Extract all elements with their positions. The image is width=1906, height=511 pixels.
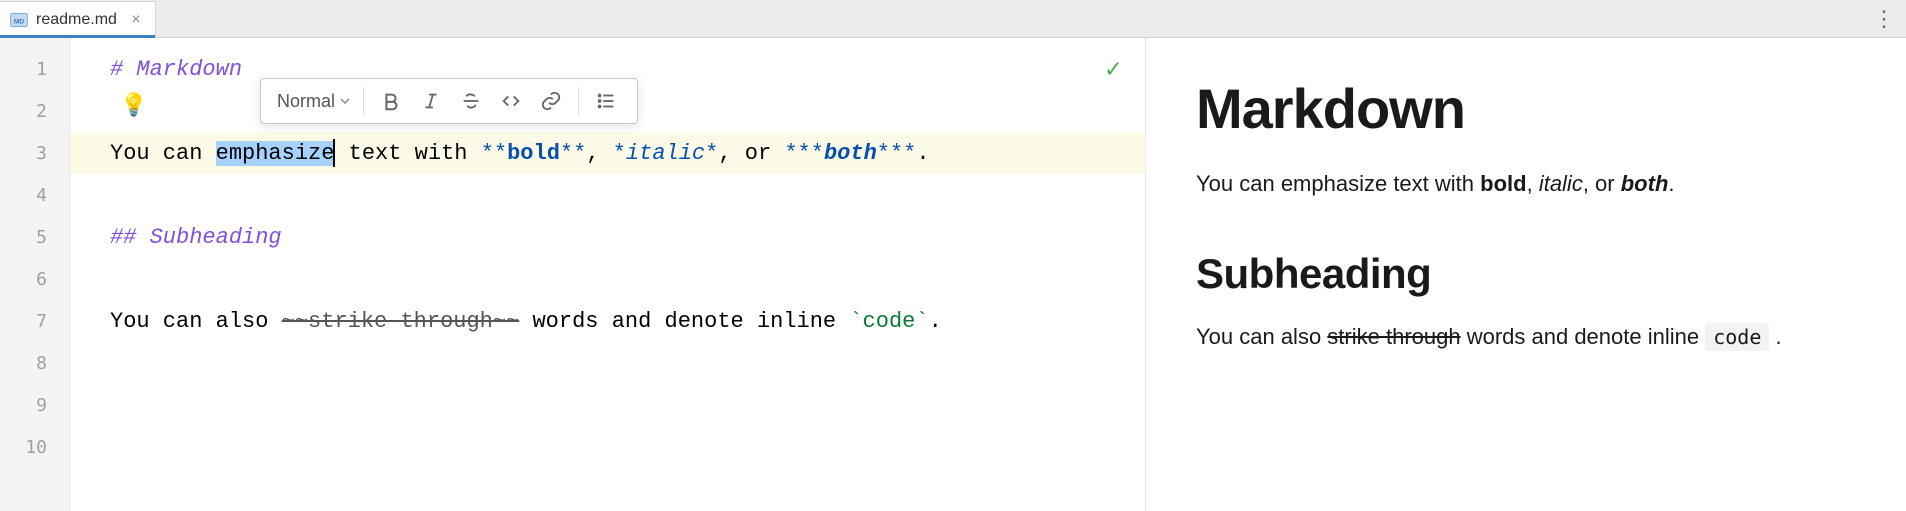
md-bold-italic: both [824, 141, 877, 166]
md-marker: * [705, 141, 718, 166]
md-marker: ** [481, 141, 507, 166]
preview-paragraph: You can emphasize text with bold, italic… [1196, 169, 1856, 200]
code-line: You can also ~~strike through~~ words an… [70, 300, 1145, 342]
chevron-down-icon [339, 95, 351, 107]
text: text with [335, 141, 480, 166]
line-number-gutter: 1 2 3 4 5 6 7 8 9 10 [0, 38, 70, 511]
file-tab[interactable]: MD readme.md × [0, 1, 156, 37]
code-editor[interactable]: ✓ 💡 # Markdown You can emphasize text wi… [70, 38, 1146, 511]
code-line [70, 384, 1145, 426]
svg-text:MD: MD [14, 18, 25, 25]
separator [363, 87, 364, 115]
bold-button[interactable] [372, 83, 410, 119]
text: You can also [110, 309, 282, 334]
md-heading: ## Subheading [110, 225, 282, 250]
format-toolbar: Normal [260, 78, 638, 124]
code-line [70, 258, 1145, 300]
inspection-ok-icon[interactable]: ✓ [1105, 54, 1121, 85]
md-marker: ** [560, 141, 586, 166]
code-line-current: You can emphasize text with **bold**, *i… [70, 132, 1145, 174]
line-number[interactable]: 1 [0, 48, 69, 90]
strikethrough-button[interactable] [452, 83, 490, 119]
line-number[interactable]: 6 [0, 258, 69, 300]
md-bold: bold [507, 141, 560, 166]
preview-h2: Subheading [1196, 250, 1856, 298]
intention-bulb-icon[interactable]: 💡 [120, 93, 147, 119]
list-button[interactable] [587, 83, 625, 119]
text: . [929, 309, 942, 334]
style-label: Normal [277, 91, 335, 112]
tab-bar: MD readme.md × ⋮ [0, 0, 1906, 38]
line-number[interactable]: 3 [0, 132, 69, 174]
code-line: ## Subheading [70, 216, 1145, 258]
text: , or [718, 141, 784, 166]
tab-filename: readme.md [36, 11, 117, 29]
md-marker: *** [784, 141, 824, 166]
md-marker: *** [877, 141, 917, 166]
code-line [70, 342, 1145, 384]
paragraph-style-dropdown[interactable]: Normal [267, 91, 361, 112]
text: . [916, 141, 929, 166]
md-code: `code` [849, 309, 928, 334]
line-number[interactable]: 7 [0, 300, 69, 342]
link-button[interactable] [532, 83, 570, 119]
preview-h1: Markdown [1196, 76, 1856, 141]
line-number[interactable]: 9 [0, 384, 69, 426]
md-strike: ~~strike through~~ [282, 309, 520, 334]
line-number[interactable]: 4 [0, 174, 69, 216]
line-number[interactable]: 2 [0, 90, 69, 132]
md-marker: * [613, 141, 626, 166]
separator [578, 87, 579, 115]
italic-button[interactable] [412, 83, 450, 119]
tab-options-icon[interactable]: ⋮ [1872, 0, 1896, 38]
close-icon[interactable]: × [127, 11, 145, 29]
line-number[interactable]: 8 [0, 342, 69, 384]
preview-paragraph: You can also strike through words and de… [1196, 322, 1856, 353]
main-split: 1 2 3 4 5 6 7 8 9 10 ✓ 💡 # Markdown You … [0, 38, 1906, 511]
selection: emphasize [216, 141, 335, 166]
markdown-preview: Markdown You can emphasize text with bol… [1146, 38, 1906, 511]
md-italic: italic [626, 141, 705, 166]
italic-text: italic [1539, 171, 1583, 196]
strike-text: strike through [1327, 324, 1460, 349]
line-number[interactable]: 10 [0, 426, 69, 468]
text: You can [110, 141, 216, 166]
bold-italic-text: both [1621, 171, 1669, 196]
code-line [70, 174, 1145, 216]
code-line [70, 426, 1145, 468]
code-button[interactable] [492, 83, 530, 119]
text: , [586, 141, 612, 166]
md-heading: # Markdown [110, 57, 242, 82]
bold-text: bold [1480, 171, 1526, 196]
text: words and denote inline [519, 309, 849, 334]
line-number[interactable]: 5 [0, 216, 69, 258]
markdown-file-icon: MD [8, 9, 30, 31]
inline-code: code [1705, 323, 1769, 351]
